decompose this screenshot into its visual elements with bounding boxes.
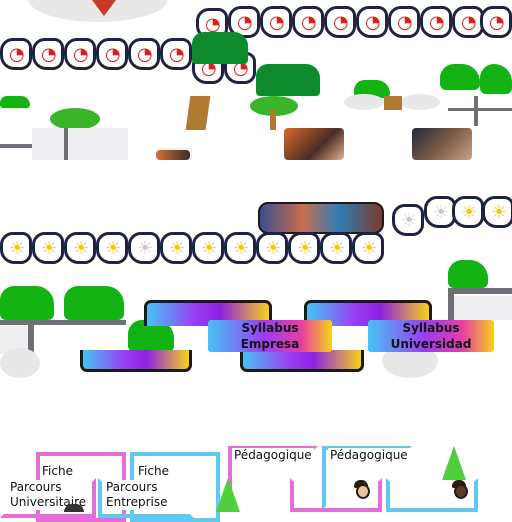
head-lightbulb-icon: ☀ — [128, 232, 160, 264]
head-lightbulb-icon: ☀ — [224, 232, 256, 264]
bush-icon — [0, 96, 30, 108]
photo-laptop — [412, 128, 472, 160]
gradient-panel — [240, 350, 364, 372]
fiche-label-1: Fiche — [40, 464, 75, 479]
syllabus-empresa-label[interactable]: Syllabus Empresa — [208, 320, 332, 352]
bush-icon — [448, 260, 488, 288]
bush-icon — [440, 64, 480, 90]
ground-block — [32, 128, 128, 160]
player-avatar-icon[interactable] — [352, 480, 370, 502]
fence-bar — [474, 96, 478, 126]
cloud — [400, 94, 440, 110]
pedagogique-label-2: Pédagogique — [328, 448, 410, 463]
head-lightbulb-icon: ☀ — [64, 232, 96, 264]
tree-icon — [50, 108, 100, 130]
gradient-panel — [80, 350, 192, 372]
head-target-icon: ◔ — [388, 6, 420, 38]
grass-spike-icon — [442, 446, 466, 480]
cloud — [344, 94, 384, 110]
cloud — [0, 348, 40, 378]
syllabus-empresa-line1: Syllabus — [241, 321, 299, 335]
red-cone-icon — [92, 0, 116, 16]
head-target-icon: ◔ — [64, 38, 96, 70]
bush-icon — [0, 286, 54, 320]
head-target-icon: ◔ — [480, 6, 512, 38]
syllabus-universidad-line2: Universidad — [390, 337, 472, 351]
parcours-universitaire-line1: Parcours — [10, 480, 62, 494]
parcours-entreprise-label: Parcours Entreprise — [104, 480, 170, 510]
pedagogique-label-1: Pédagogique — [232, 448, 314, 463]
photo-strip — [156, 150, 190, 160]
head-lightbulb-icon: ☀ — [320, 232, 352, 264]
syllabus-universidad-line1: Syllabus — [402, 321, 460, 335]
tree-icon — [185, 96, 211, 130]
fence-bar — [64, 128, 68, 160]
avatar-partial — [64, 504, 84, 512]
fence-bar — [0, 320, 126, 325]
bush-icon — [64, 286, 124, 320]
photo-classroom — [258, 202, 384, 234]
head-target-icon: ◔ — [0, 38, 32, 70]
photo-laptop — [284, 128, 344, 160]
head-lightbulb-icon: ☀ — [160, 232, 192, 264]
head-lightbulb-icon: ☀ — [96, 232, 128, 264]
fence-bar — [448, 288, 512, 294]
head-target-icon: ◔ — [160, 38, 192, 70]
head-target-icon: ◔ — [356, 6, 388, 38]
head-lightbulb-icon: ☀ — [352, 232, 384, 264]
grass-spike-icon — [216, 478, 240, 512]
parcours-entreprise-line1: Parcours — [106, 480, 158, 494]
ground-block — [454, 296, 512, 320]
head-lightbulb-icon: ☀ — [32, 232, 64, 264]
head-lightbulb-icon: ☀ — [452, 196, 484, 228]
head-target-icon: ◔ — [260, 6, 292, 38]
fence-bar — [448, 108, 512, 111]
bush-icon — [192, 32, 248, 64]
bush-icon — [256, 64, 320, 96]
head-target-icon: ◔ — [128, 38, 160, 70]
bush-icon — [480, 64, 512, 94]
fence-bar — [28, 320, 34, 352]
head-lightbulb-icon: ☀ — [288, 232, 320, 264]
head-target-icon: ◔ — [292, 6, 324, 38]
tree-trunk — [270, 110, 276, 130]
head-lightbulb-icon: ☀ — [0, 232, 32, 264]
head-lightbulb-icon: ☀ — [256, 232, 288, 264]
fiche-label-2: Fiche — [136, 464, 171, 479]
player-avatar-icon[interactable] — [450, 480, 468, 502]
parcours-entreprise-line2: Entreprise — [106, 495, 168, 509]
tree-trunk — [384, 96, 402, 110]
head-target-icon: ◔ — [96, 38, 128, 70]
head-lightbulb-icon: ☀ — [192, 232, 224, 264]
syllabus-empresa-line2: Empresa — [240, 337, 300, 351]
head-target-icon: ◔ — [32, 38, 64, 70]
head-lightbulb-icon: ☀ — [392, 204, 424, 236]
head-lightbulb-icon: ☀ — [482, 196, 512, 228]
fence-bar — [0, 144, 32, 148]
syllabus-universidad-label[interactable]: Syllabus Universidad — [368, 320, 494, 352]
head-target-icon: ◔ — [420, 6, 452, 38]
head-target-icon: ◔ — [324, 6, 356, 38]
